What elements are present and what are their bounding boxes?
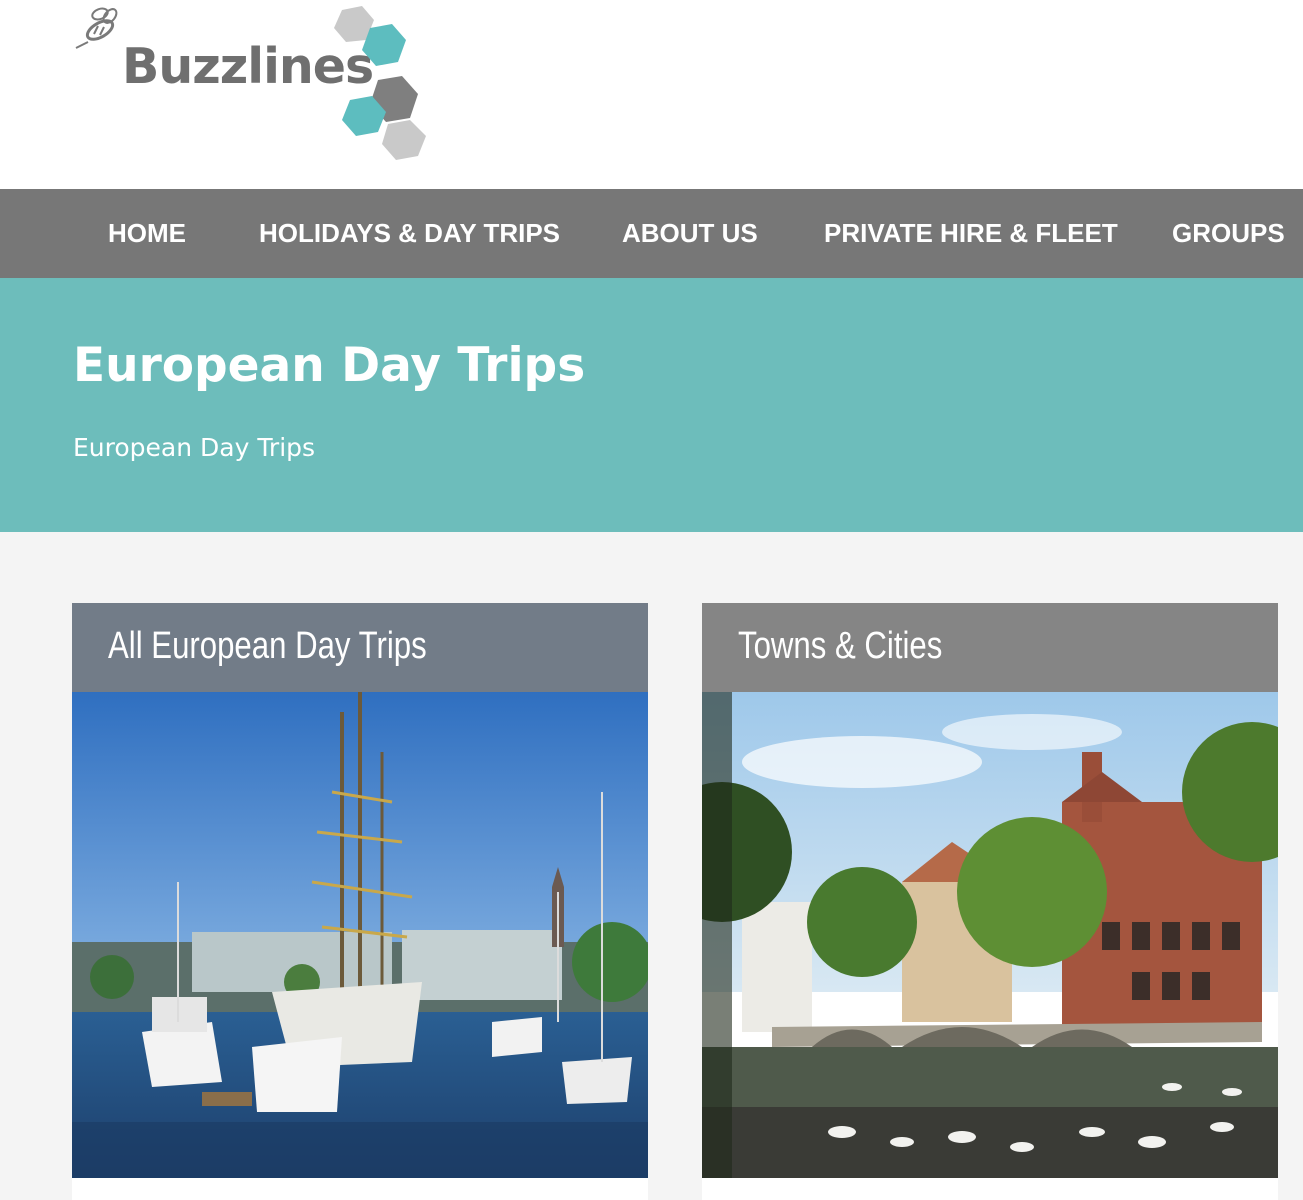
card-header: All European Day Trips bbox=[72, 603, 648, 692]
nav-item-about-us[interactable]: ABOUT US bbox=[622, 189, 758, 278]
nav-item-groups[interactable]: GROUPS bbox=[1172, 189, 1285, 278]
card-header: Towns & Cities bbox=[702, 603, 1278, 692]
page-title: European Day Trips bbox=[73, 338, 586, 393]
page-hero: European Day Trips European Day Trips bbox=[0, 278, 1303, 532]
site-logo[interactable]: Buzzlines bbox=[70, 2, 440, 162]
nav-item-home[interactable]: HOME bbox=[108, 189, 186, 278]
hexagon-cluster-icon bbox=[334, 6, 426, 160]
canal-bridge-town-photo[interactable] bbox=[702, 692, 1278, 1178]
harbour-tall-ship-photo[interactable] bbox=[72, 692, 648, 1178]
bee-icon bbox=[75, 7, 118, 49]
category-card-all-european-day-trips[interactable]: All European Day Trips bbox=[72, 603, 648, 1200]
card-title[interactable]: All European Day Trips bbox=[108, 625, 427, 668]
breadcrumb[interactable]: European Day Trips bbox=[73, 433, 315, 462]
category-card-towns-cities[interactable]: Towns & Cities bbox=[702, 603, 1278, 1200]
card-title[interactable]: Towns & Cities bbox=[738, 625, 942, 668]
nav-item-private-hire-fleet[interactable]: PRIVATE HIRE & FLEET bbox=[824, 189, 1118, 278]
site-header: Buzzlines bbox=[0, 0, 1303, 189]
main-nav: HOME HOLIDAYS & DAY TRIPS ABOUT US PRIVA… bbox=[0, 189, 1303, 278]
nav-item-holidays-day-trips[interactable]: HOLIDAYS & DAY TRIPS bbox=[259, 189, 560, 278]
